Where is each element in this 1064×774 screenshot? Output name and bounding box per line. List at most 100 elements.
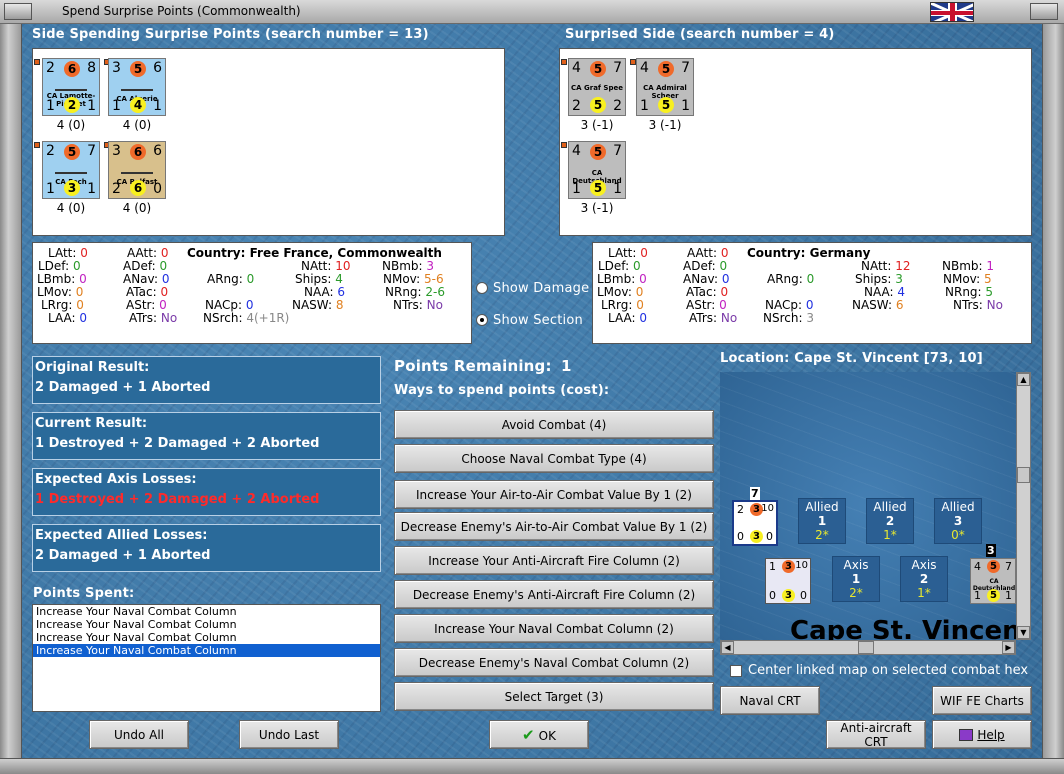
increase-air-to-air-button[interactable]: Increase Your Air-to-Air Combat Value By… xyxy=(394,480,714,509)
naval-crt-button[interactable]: Naval CRT xyxy=(720,686,820,715)
frame-left xyxy=(0,24,22,774)
unit-marker xyxy=(561,142,567,148)
country-name: Germany xyxy=(809,246,871,260)
center-map-checkbox[interactable] xyxy=(730,665,742,677)
axis-losses: 1 Destroyed + 2 Damaged + 2 Aborted xyxy=(35,492,320,507)
unit-value-label: 4 (0) xyxy=(56,201,86,215)
decrease-anti-aircraft-button[interactable]: Decrease Enemy's Anti-Aircraft Fire Colu… xyxy=(394,580,714,609)
allied-losses-box: Expected Allied Losses: 2 Damaged + 1 Ab… xyxy=(32,524,381,572)
ship-icon xyxy=(55,85,87,91)
unit-counter[interactable]: 36 5 CA Algerie 11 4 xyxy=(108,58,166,116)
allied-box-3[interactable]: Allied 3 0* xyxy=(934,498,982,544)
ship-icon xyxy=(121,85,153,91)
spending-side-header: Side Spending Surprise Points (search nu… xyxy=(32,27,429,42)
title-bar: Spend Surprise Points (Commonwealth) xyxy=(0,0,1064,24)
increase-anti-aircraft-button[interactable]: Increase Your Anti-Aircraft Fire Column … xyxy=(394,546,714,575)
ship-icon xyxy=(121,168,153,174)
stats-panel-right: LAtt: 0 LDef: 0 LBmb: 0 LMov: 0 LRrg: 0 … xyxy=(592,242,1032,344)
frame-bottom xyxy=(0,758,1064,774)
system-menu-button[interactable] xyxy=(4,3,32,20)
scroll-thumb[interactable] xyxy=(858,641,874,654)
map-place-name: Cape St. Vincent xyxy=(790,616,1016,640)
help-button[interactable]: Help xyxy=(932,720,1032,749)
window-title: Spend Surprise Points (Commonwealth) xyxy=(62,4,301,18)
unit-marker xyxy=(34,142,40,148)
show-section-label[interactable]: Show Section xyxy=(493,313,583,328)
decrease-naval-combat-button[interactable]: Decrease Enemy's Naval Combat Column (2) xyxy=(394,648,714,677)
wif-fe-charts-button[interactable]: WIF FE Charts xyxy=(932,686,1032,715)
list-item[interactable]: Increase Your Naval Combat Column xyxy=(33,644,380,657)
show-damage-radio[interactable] xyxy=(476,282,488,294)
unit-marker xyxy=(34,59,40,65)
surprised-units-panel: 47 5 CA Graf Spee 22 5 3 (-1) 47 5 CA Ad… xyxy=(559,48,1032,236)
location-label: Location: Cape St. Vincent [73, 10] xyxy=(720,351,983,366)
map-horizontal-scrollbar[interactable]: ◀ ▶ xyxy=(720,640,1016,655)
unit-counter[interactable]: 47 5 CA Graf Spee 22 5 xyxy=(568,58,626,116)
map-view[interactable]: 2 3 10 0 3 0 7 Allied 1 2* Allied 2 1* Allie… xyxy=(720,372,1016,640)
map-vertical-scrollbar[interactable]: ▲ ▼ xyxy=(1016,372,1031,640)
stack-count: 3 xyxy=(986,544,996,557)
increase-naval-combat-button[interactable]: Increase Your Naval Combat Column (2) xyxy=(394,614,714,643)
unit-marker xyxy=(561,59,567,65)
original-result-box: Original Result: 2 Damaged + 1 Aborted xyxy=(32,356,381,404)
scroll-thumb[interactable] xyxy=(1017,467,1030,483)
unit-value-label: 3 (-1) xyxy=(580,118,614,132)
unit-name: CA Graf Spee xyxy=(571,84,623,92)
show-section-radio[interactable] xyxy=(476,314,488,326)
show-damage-label[interactable]: Show Damage xyxy=(493,281,589,296)
unit-value-label: 3 (-1) xyxy=(648,118,682,132)
surprised-side-header: Surprised Side (search number = 4) xyxy=(565,27,835,42)
points-remaining-value: 1 xyxy=(561,357,572,375)
ways-to-spend-label: Ways to spend points (cost): xyxy=(394,383,610,398)
points-remaining-label: Points Remaining: xyxy=(394,357,552,375)
decrease-air-to-air-button[interactable]: Decrease Enemy's Air-to-Air Combat Value… xyxy=(394,512,714,541)
undo-last-button[interactable]: Undo Last xyxy=(239,720,339,749)
points-spent-list[interactable]: Increase Your Naval Combat Column Increa… xyxy=(32,604,381,712)
stats-panel-left: LAtt: 0 LDef: 0 LBmb: 0 LMov: 0 LRrg: 0 … xyxy=(32,242,472,344)
ship-icon xyxy=(55,168,87,174)
allied-stack-2[interactable]: 1 3 10 0 3 0 xyxy=(765,558,811,604)
unit-value-label: 4 (0) xyxy=(122,118,152,132)
unit-counter[interactable]: 47 5 CA Admiral Scheer 11 5 xyxy=(636,58,694,116)
ok-button[interactable]: ✔ OK xyxy=(489,720,589,749)
uk-flag-icon xyxy=(930,2,974,22)
unit-counter[interactable]: 47 5 CA Deutschland 11 5 xyxy=(568,141,626,199)
unit-counter[interactable]: 36 6 CA Belfast 20 6 xyxy=(108,141,166,199)
close-button[interactable] xyxy=(1030,3,1058,20)
allied-box-2[interactable]: Allied 2 1* xyxy=(866,498,914,544)
scroll-up-icon[interactable]: ▲ xyxy=(1017,373,1030,386)
list-item[interactable]: Increase Your Naval Combat Column xyxy=(33,631,380,644)
list-item[interactable]: Increase Your Naval Combat Column xyxy=(33,605,380,618)
current-result-box: Current Result: 1 Destroyed + 2 Damaged … xyxy=(32,412,381,460)
unit-value-label: 4 (0) xyxy=(122,201,152,215)
axis-box-1[interactable]: Axis 1 2* xyxy=(832,556,880,602)
allied-box-1[interactable]: Allied 1 2* xyxy=(798,498,846,544)
axis-losses-box: Expected Axis Losses: 1 Destroyed + 2 Da… xyxy=(32,468,381,516)
frame-right xyxy=(1042,24,1064,774)
scroll-left-icon[interactable]: ◀ xyxy=(721,641,734,654)
unit-counter[interactable]: 27 5 CA Foch 11 3 xyxy=(42,141,100,199)
current-result: 1 Destroyed + 2 Damaged + 2 Aborted xyxy=(35,436,320,451)
points-spent-label: Points Spent: xyxy=(33,586,135,601)
undo-all-button[interactable]: Undo All xyxy=(89,720,189,749)
axis-stack[interactable]: 4 5 7 CA Deutschland 1 5 1 xyxy=(970,558,1016,604)
unit-counter[interactable]: 28 6 CA Lamotte-Picquet 11 2 xyxy=(42,58,100,116)
scroll-right-icon[interactable]: ▶ xyxy=(1002,641,1015,654)
anti-aircraft-crt-button[interactable]: Anti-aircraft CRT xyxy=(826,720,926,749)
center-map-label[interactable]: Center linked map on selected combat hex xyxy=(748,663,1028,678)
help-book-icon xyxy=(959,729,974,741)
scroll-down-icon[interactable]: ▼ xyxy=(1017,626,1030,639)
choose-naval-combat-type-button[interactable]: Choose Naval Combat Type (4) xyxy=(394,444,714,473)
axis-box-2[interactable]: Axis 2 1* xyxy=(900,556,948,602)
unit-value-label: 3 (-1) xyxy=(580,201,614,215)
stack-count: 7 xyxy=(750,487,760,500)
allied-losses: 2 Damaged + 1 Aborted xyxy=(35,548,211,563)
spending-units-panel: 28 6 CA Lamotte-Picquet 11 2 4 (0) 36 5 … xyxy=(32,48,505,236)
allied-stack[interactable]: 2 3 10 0 3 0 xyxy=(732,500,778,546)
unit-value-label: 4 (0) xyxy=(56,118,86,132)
original-result: 2 Damaged + 1 Aborted xyxy=(35,380,211,395)
avoid-combat-button[interactable]: Avoid Combat (4) xyxy=(394,410,714,439)
country-name: Free France, Commonwealth xyxy=(249,246,442,260)
select-target-button[interactable]: Select Target (3) xyxy=(394,682,714,711)
list-item[interactable]: Increase Your Naval Combat Column xyxy=(33,618,380,631)
